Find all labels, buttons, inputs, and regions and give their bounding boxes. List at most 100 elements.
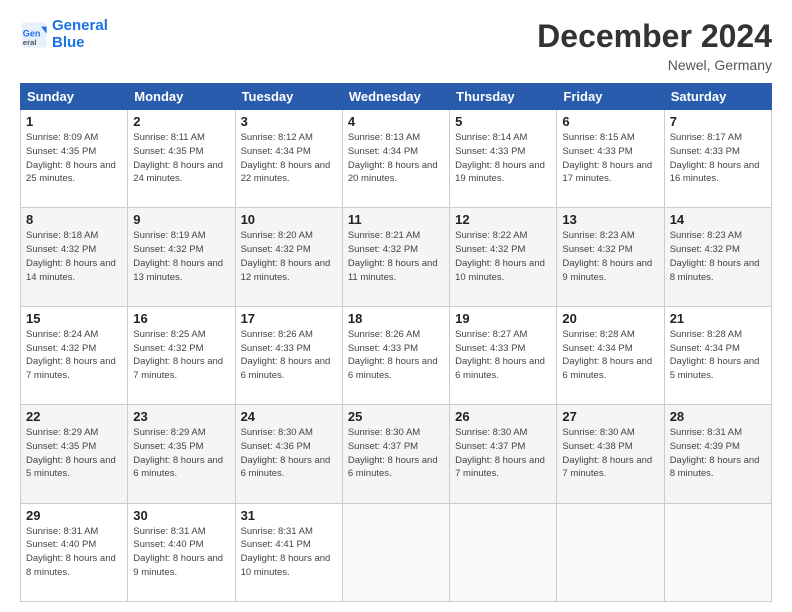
day-cell: 13 Sunrise: 8:23 AM Sunset: 4:32 PM Dayl… <box>557 208 664 306</box>
week-row-3: 15 Sunrise: 8:24 AM Sunset: 4:32 PM Dayl… <box>21 306 772 404</box>
day-cell <box>557 503 664 601</box>
week-row-4: 22 Sunrise: 8:29 AM Sunset: 4:35 PM Dayl… <box>21 405 772 503</box>
day-cell: 16 Sunrise: 8:25 AM Sunset: 4:32 PM Dayl… <box>128 306 235 404</box>
sunset-label: Sunset: 4:32 PM <box>133 343 203 354</box>
day-number: 7 <box>670 114 766 129</box>
day-number: 2 <box>133 114 229 129</box>
sunrise-label: Sunrise: 8:11 AM <box>133 132 205 143</box>
sunset-label: Sunset: 4:36 PM <box>241 441 311 452</box>
sunrise-label: Sunrise: 8:23 AM <box>562 230 634 241</box>
day-info: Sunrise: 8:28 AM Sunset: 4:34 PM Dayligh… <box>670 328 766 383</box>
day-number: 8 <box>26 212 122 227</box>
sunrise-label: Sunrise: 8:30 AM <box>455 427 527 438</box>
sunrise-label: Sunrise: 8:26 AM <box>348 329 420 340</box>
sunrise-label: Sunrise: 8:29 AM <box>133 427 205 438</box>
sunrise-label: Sunrise: 8:09 AM <box>26 132 98 143</box>
day-info: Sunrise: 8:27 AM Sunset: 4:33 PM Dayligh… <box>455 328 551 383</box>
daylight-label: Daylight: 8 hours and 9 minutes. <box>562 258 652 283</box>
logo-icon: Gen eral <box>20 21 48 49</box>
sunset-label: Sunset: 4:34 PM <box>348 146 418 157</box>
day-cell: 3 Sunrise: 8:12 AM Sunset: 4:34 PM Dayli… <box>235 110 342 208</box>
day-info: Sunrise: 8:24 AM Sunset: 4:32 PM Dayligh… <box>26 328 122 383</box>
col-friday: Friday <box>557 84 664 110</box>
sunrise-label: Sunrise: 8:23 AM <box>670 230 742 241</box>
daylight-label: Daylight: 8 hours and 24 minutes. <box>133 160 223 185</box>
day-number: 31 <box>241 508 337 523</box>
day-cell: 10 Sunrise: 8:20 AM Sunset: 4:32 PM Dayl… <box>235 208 342 306</box>
sunrise-label: Sunrise: 8:26 AM <box>241 329 313 340</box>
sunrise-label: Sunrise: 8:30 AM <box>562 427 634 438</box>
day-info: Sunrise: 8:14 AM Sunset: 4:33 PM Dayligh… <box>455 131 551 186</box>
day-cell: 17 Sunrise: 8:26 AM Sunset: 4:33 PM Dayl… <box>235 306 342 404</box>
day-cell: 21 Sunrise: 8:28 AM Sunset: 4:34 PM Dayl… <box>664 306 771 404</box>
day-info: Sunrise: 8:21 AM Sunset: 4:32 PM Dayligh… <box>348 229 444 284</box>
sunset-label: Sunset: 4:32 PM <box>26 343 96 354</box>
sunrise-label: Sunrise: 8:27 AM <box>455 329 527 340</box>
day-number: 20 <box>562 311 658 326</box>
sunrise-label: Sunrise: 8:31 AM <box>133 526 205 537</box>
day-info: Sunrise: 8:12 AM Sunset: 4:34 PM Dayligh… <box>241 131 337 186</box>
day-number: 21 <box>670 311 766 326</box>
day-cell: 25 Sunrise: 8:30 AM Sunset: 4:37 PM Dayl… <box>342 405 449 503</box>
sunrise-label: Sunrise: 8:18 AM <box>26 230 98 241</box>
sunset-label: Sunset: 4:33 PM <box>455 343 525 354</box>
day-cell: 5 Sunrise: 8:14 AM Sunset: 4:33 PM Dayli… <box>450 110 557 208</box>
sunset-label: Sunset: 4:33 PM <box>241 343 311 354</box>
day-number: 22 <box>26 409 122 424</box>
day-cell: 6 Sunrise: 8:15 AM Sunset: 4:33 PM Dayli… <box>557 110 664 208</box>
day-number: 12 <box>455 212 551 227</box>
sunset-label: Sunset: 4:33 PM <box>562 146 632 157</box>
sunrise-label: Sunrise: 8:24 AM <box>26 329 98 340</box>
day-cell: 4 Sunrise: 8:13 AM Sunset: 4:34 PM Dayli… <box>342 110 449 208</box>
day-number: 3 <box>241 114 337 129</box>
sunset-label: Sunset: 4:33 PM <box>348 343 418 354</box>
sunset-label: Sunset: 4:33 PM <box>670 146 740 157</box>
day-info: Sunrise: 8:11 AM Sunset: 4:35 PM Dayligh… <box>133 131 229 186</box>
day-cell: 29 Sunrise: 8:31 AM Sunset: 4:40 PM Dayl… <box>21 503 128 601</box>
daylight-label: Daylight: 8 hours and 14 minutes. <box>26 258 116 283</box>
day-number: 17 <box>241 311 337 326</box>
day-cell <box>664 503 771 601</box>
day-number: 29 <box>26 508 122 523</box>
sunrise-label: Sunrise: 8:31 AM <box>241 526 313 537</box>
daylight-label: Daylight: 8 hours and 16 minutes. <box>670 160 760 185</box>
day-info: Sunrise: 8:15 AM Sunset: 4:33 PM Dayligh… <box>562 131 658 186</box>
day-info: Sunrise: 8:20 AM Sunset: 4:32 PM Dayligh… <box>241 229 337 284</box>
daylight-label: Daylight: 8 hours and 17 minutes. <box>562 160 652 185</box>
sunrise-label: Sunrise: 8:31 AM <box>26 526 98 537</box>
sunrise-label: Sunrise: 8:29 AM <box>26 427 98 438</box>
day-cell: 11 Sunrise: 8:21 AM Sunset: 4:32 PM Dayl… <box>342 208 449 306</box>
day-cell <box>342 503 449 601</box>
day-cell: 24 Sunrise: 8:30 AM Sunset: 4:36 PM Dayl… <box>235 405 342 503</box>
col-wednesday: Wednesday <box>342 84 449 110</box>
sunrise-label: Sunrise: 8:28 AM <box>562 329 634 340</box>
calendar-table: Sunday Monday Tuesday Wednesday Thursday… <box>20 83 772 602</box>
daylight-label: Daylight: 8 hours and 5 minutes. <box>26 455 116 480</box>
day-cell: 8 Sunrise: 8:18 AM Sunset: 4:32 PM Dayli… <box>21 208 128 306</box>
day-info: Sunrise: 8:30 AM Sunset: 4:37 PM Dayligh… <box>455 426 551 481</box>
daylight-label: Daylight: 8 hours and 8 minutes. <box>670 258 760 283</box>
sunset-label: Sunset: 4:32 PM <box>562 244 632 255</box>
daylight-label: Daylight: 8 hours and 5 minutes. <box>670 356 760 381</box>
daylight-label: Daylight: 8 hours and 6 minutes. <box>348 356 438 381</box>
location: Newel, Germany <box>537 57 772 73</box>
sunset-label: Sunset: 4:37 PM <box>455 441 525 452</box>
daylight-label: Daylight: 8 hours and 7 minutes. <box>26 356 116 381</box>
day-cell: 12 Sunrise: 8:22 AM Sunset: 4:32 PM Dayl… <box>450 208 557 306</box>
sunset-label: Sunset: 4:35 PM <box>133 146 203 157</box>
day-info: Sunrise: 8:18 AM Sunset: 4:32 PM Dayligh… <box>26 229 122 284</box>
daylight-label: Daylight: 8 hours and 6 minutes. <box>348 455 438 480</box>
day-cell: 14 Sunrise: 8:23 AM Sunset: 4:32 PM Dayl… <box>664 208 771 306</box>
sunrise-label: Sunrise: 8:15 AM <box>562 132 634 143</box>
svg-text:eral: eral <box>23 37 37 46</box>
day-info: Sunrise: 8:31 AM Sunset: 4:40 PM Dayligh… <box>133 525 229 580</box>
day-info: Sunrise: 8:23 AM Sunset: 4:32 PM Dayligh… <box>562 229 658 284</box>
sunset-label: Sunset: 4:32 PM <box>26 244 96 255</box>
sunset-label: Sunset: 4:32 PM <box>348 244 418 255</box>
day-cell: 22 Sunrise: 8:29 AM Sunset: 4:35 PM Dayl… <box>21 405 128 503</box>
day-cell: 9 Sunrise: 8:19 AM Sunset: 4:32 PM Dayli… <box>128 208 235 306</box>
sunrise-label: Sunrise: 8:31 AM <box>670 427 742 438</box>
day-cell: 2 Sunrise: 8:11 AM Sunset: 4:35 PM Dayli… <box>128 110 235 208</box>
daylight-label: Daylight: 8 hours and 6 minutes. <box>241 455 331 480</box>
daylight-label: Daylight: 8 hours and 20 minutes. <box>348 160 438 185</box>
